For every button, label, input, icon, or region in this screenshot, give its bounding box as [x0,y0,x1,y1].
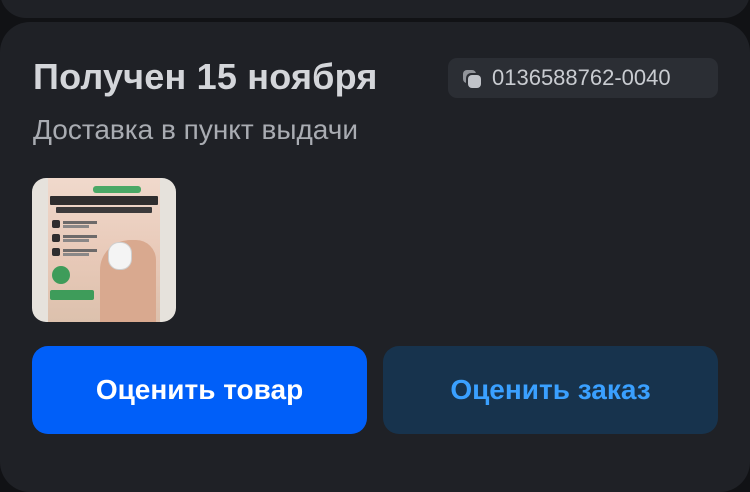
delivery-type: Доставка в пункт выдачи [33,114,358,145]
previous-order-card [0,0,750,18]
copy-icon [462,67,484,89]
rate-order-button[interactable]: Оценить заказ [383,346,718,434]
order-status-title: Получен 15 ноября [33,56,378,97]
rate-product-button[interactable]: Оценить товар [32,346,367,434]
order-number: 0136588762-0040 [492,65,671,90]
order-number-chip[interactable]: 0136588762-0040 [448,58,718,98]
product-image [48,178,160,322]
product-thumbnail[interactable] [32,178,176,322]
